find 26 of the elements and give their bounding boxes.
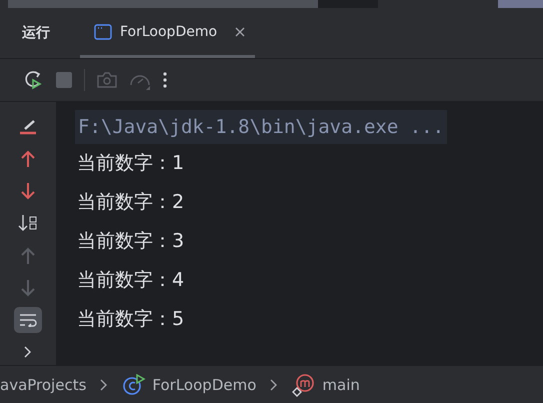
soft-wrap-icon — [19, 312, 37, 327]
chevron-icon — [270, 378, 278, 390]
class-icon — [122, 374, 146, 396]
clear-icon — [19, 119, 37, 136]
output-line: 当前数字：3 — [76, 229, 184, 254]
more-icon[interactable] — [163, 72, 167, 88]
chevron-icon — [24, 346, 32, 358]
sort-icon — [18, 214, 38, 232]
toggle-button[interactable] — [14, 306, 42, 333]
method-icon — [292, 372, 316, 396]
up-arrow-icon — [21, 150, 35, 168]
chevron-icon — [100, 378, 108, 390]
output-line: 当前数字：1 — [76, 151, 184, 176]
close-icon[interactable] — [235, 26, 246, 36]
output-line: 当前数字：2 — [76, 190, 184, 215]
down-arrow-icon — [21, 182, 35, 200]
panel-title: 运行 — [22, 24, 50, 42]
breadcrumb[interactable]: avaProjects — [0, 376, 86, 394]
up-arrow-icon — [21, 246, 35, 265]
output-line: 当前数字：5 — [76, 307, 184, 332]
breadcrumb[interactable]: main — [322, 376, 360, 394]
console-icon — [94, 24, 112, 40]
run-tab[interactable]: ForLoopDemo — [80, 8, 256, 58]
breadcrumb[interactable]: ForLoopDemo — [152, 376, 256, 394]
output-line: 当前数字：4 — [76, 268, 184, 293]
down-arrow-icon — [21, 278, 35, 297]
